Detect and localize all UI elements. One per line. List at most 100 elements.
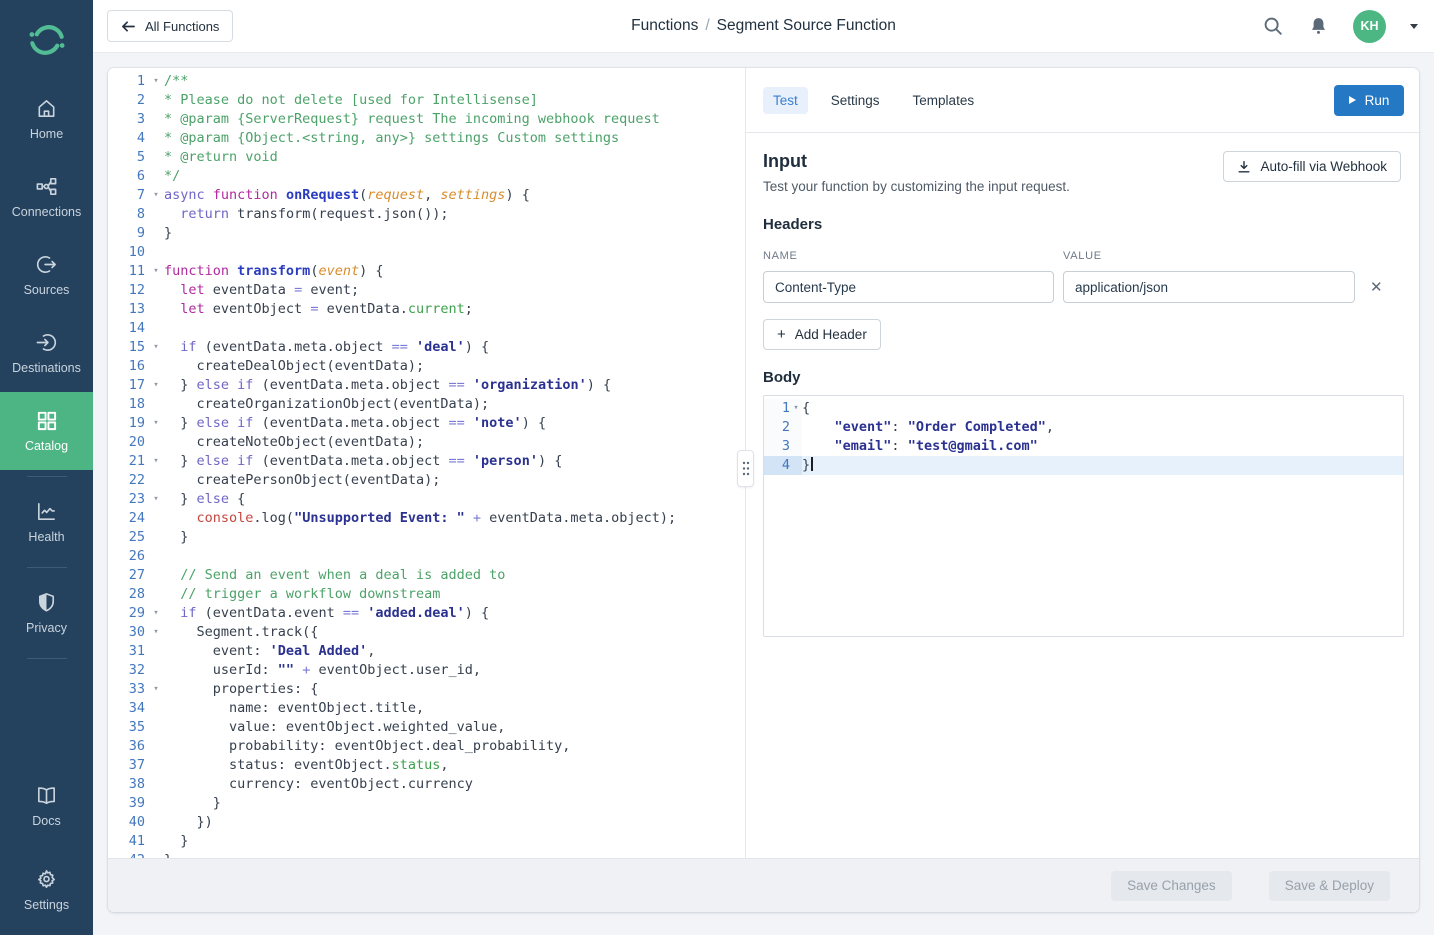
sidebar-item-connections[interactable]: Connections: [0, 158, 93, 236]
sidebar-item-label: Settings: [24, 898, 69, 912]
header-name-input[interactable]: [763, 271, 1054, 303]
sidebar-item-docs[interactable]: Docs: [0, 767, 93, 845]
fold-gutter: [148, 167, 164, 186]
code-line: 8 return transform(request.json());: [108, 205, 745, 224]
code-line: 18 createOrganizationObject(eventData);: [108, 395, 745, 414]
fold-toggle-icon[interactable]: ▾: [148, 262, 164, 281]
fold-gutter: [148, 851, 164, 858]
fold-toggle-icon[interactable]: ▾: [790, 399, 802, 418]
sidebar-item-catalog[interactable]: Catalog: [0, 392, 93, 470]
code-line: 19▾ } else if (eventData.meta.object == …: [108, 414, 745, 433]
sidebar-item-settings[interactable]: Settings: [0, 851, 93, 929]
breadcrumb: Functions/Segment Source Function: [631, 17, 896, 35]
remove-header-icon[interactable]: ✕: [1370, 280, 1383, 295]
all-functions-back-button[interactable]: All Functions: [107, 10, 233, 42]
docs-icon: [35, 784, 58, 807]
line-number: 22: [108, 471, 148, 490]
line-number: 9: [108, 224, 148, 243]
catalog-icon: [35, 409, 58, 432]
code-line: 42}: [108, 851, 745, 858]
test-panel: Test Settings Templates Run Input Test y…: [746, 68, 1419, 858]
settings-icon: [35, 868, 58, 891]
download-icon: [1237, 160, 1251, 174]
sidebar-item-sources[interactable]: Sources: [0, 236, 93, 314]
header-value-input[interactable]: [1063, 271, 1355, 303]
fold-gutter: [148, 148, 164, 167]
save-deploy-button[interactable]: Save & Deploy: [1269, 871, 1390, 901]
tab-test[interactable]: Test: [763, 87, 808, 114]
fold-gutter: [148, 110, 164, 129]
code-line: 30▾ Segment.track({: [108, 623, 745, 642]
sidebar-item-home[interactable]: Home: [0, 80, 93, 158]
header-row: ✕: [763, 271, 1401, 303]
code-line: 2* Please do not delete [used for Intell…: [108, 91, 745, 110]
save-changes-button[interactable]: Save Changes: [1111, 871, 1232, 901]
sidebar-item-privacy[interactable]: Privacy: [0, 574, 93, 652]
fold-gutter: [148, 129, 164, 148]
fold-gutter: [148, 509, 164, 528]
run-button-label: Run: [1365, 93, 1390, 108]
code-line: 13 let eventObject = eventData.current;: [108, 300, 745, 319]
line-number: 1: [108, 72, 148, 91]
line-number: 21: [108, 452, 148, 471]
fold-gutter: [790, 456, 802, 475]
breadcrumb-current: Segment Source Function: [717, 17, 896, 34]
line-number: 26: [108, 547, 148, 566]
code-line: 7▾async function onRequest(request, sett…: [108, 186, 745, 205]
fold-toggle-icon[interactable]: ▾: [148, 186, 164, 205]
fold-toggle-icon[interactable]: ▾: [148, 414, 164, 433]
sidebar-item-health[interactable]: Health: [0, 483, 93, 561]
line-number: 6: [108, 167, 148, 186]
body-json-editor[interactable]: 1▾{2 "event": "Order Completed",3 "email…: [763, 395, 1404, 637]
line-number: 11: [108, 262, 148, 281]
tab-templates[interactable]: Templates: [903, 87, 985, 114]
search-icon[interactable]: [1262, 15, 1284, 37]
line-number: 3: [764, 437, 790, 456]
fold-toggle-icon[interactable]: ▾: [148, 490, 164, 509]
line-number: 30: [108, 623, 148, 642]
line-number: 34: [108, 699, 148, 718]
code-line: 32 userId: "" + eventObject.user_id,: [108, 661, 745, 680]
fold-gutter: [148, 91, 164, 110]
fold-gutter: [148, 357, 164, 376]
sidebar-item-label: Docs: [32, 814, 60, 828]
sidebar-divider: [27, 476, 67, 477]
fold-toggle-icon[interactable]: ▾: [148, 680, 164, 699]
run-button[interactable]: Run: [1334, 85, 1404, 116]
privacy-icon: [35, 591, 58, 614]
add-header-label: Add Header: [795, 327, 867, 342]
fold-gutter: [148, 813, 164, 832]
line-number: 12: [108, 281, 148, 300]
line-number: 19: [108, 414, 148, 433]
function-code-editor[interactable]: 1▾/**2* Please do not delete [used for I…: [108, 68, 745, 858]
fold-toggle-icon[interactable]: ▾: [148, 72, 164, 91]
editor-footer: Save Changes Save & Deploy: [108, 858, 1419, 912]
fold-toggle-icon[interactable]: ▾: [148, 623, 164, 642]
fold-toggle-icon[interactable]: ▾: [148, 376, 164, 395]
health-icon: [35, 500, 58, 523]
fold-toggle-icon[interactable]: ▾: [148, 604, 164, 623]
fold-toggle-icon[interactable]: ▾: [148, 452, 164, 471]
breadcrumb-parent[interactable]: Functions: [631, 17, 698, 34]
line-number: 38: [108, 775, 148, 794]
fold-toggle-icon[interactable]: ▾: [148, 338, 164, 357]
add-header-button[interactable]: + Add Header: [763, 319, 881, 350]
fold-gutter: [148, 737, 164, 756]
tab-settings[interactable]: Settings: [821, 87, 890, 114]
line-number: 37: [108, 756, 148, 775]
line-number: 42: [108, 851, 148, 858]
code-line: 41 }: [108, 832, 745, 851]
code-line: 5* @return void: [108, 148, 745, 167]
sidebar-item-destinations[interactable]: Destinations: [0, 314, 93, 392]
notifications-bell-icon[interactable]: [1308, 15, 1329, 37]
body-section-title: Body: [763, 369, 1401, 386]
code-line: 3* @param {ServerRequest} request The in…: [108, 110, 745, 129]
fold-gutter: [790, 437, 802, 456]
chevron-down-icon[interactable]: [1410, 24, 1418, 29]
avatar[interactable]: KH: [1353, 10, 1386, 43]
autofill-via-webhook-button[interactable]: Auto-fill via Webhook: [1223, 151, 1401, 182]
text-cursor: [811, 457, 813, 471]
code-line: 1▾/**: [108, 72, 745, 91]
line-number: 5: [108, 148, 148, 167]
line-number: 29: [108, 604, 148, 623]
